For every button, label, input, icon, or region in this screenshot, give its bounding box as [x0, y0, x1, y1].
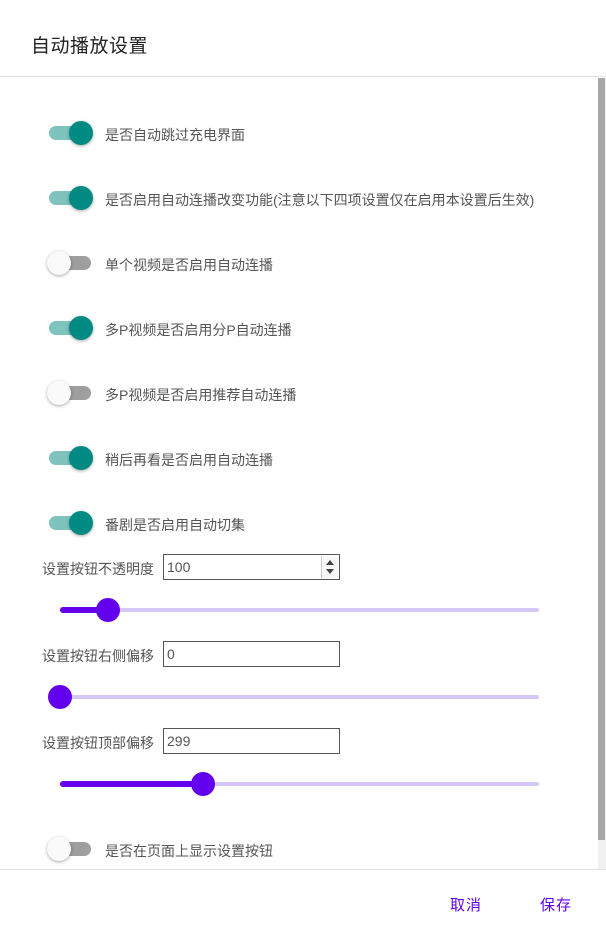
switch-knob [69, 511, 93, 535]
top-offset-value: 299 [167, 733, 191, 749]
toggle-row-bangumi: 番剧是否启用自动切集 [47, 508, 245, 538]
slider-track [60, 608, 539, 612]
scrollbar-thumb[interactable] [598, 78, 605, 840]
switch-knob [69, 316, 93, 340]
switch-knob [69, 121, 93, 145]
opacity-value: 100 [167, 559, 191, 575]
toggle-row-show-button: 是否在页面上显示设置按钮 [47, 834, 273, 864]
right-offset-value: 0 [167, 646, 175, 662]
opacity-slider[interactable] [60, 597, 539, 623]
spin-up-icon[interactable] [326, 560, 334, 565]
slider-thumb[interactable] [96, 598, 120, 622]
toggle-switch[interactable] [47, 443, 93, 473]
toggle-switch[interactable] [47, 834, 93, 864]
top-offset-slider[interactable] [60, 771, 539, 797]
toggle-label: 是否自动跳过充电界面 [105, 127, 245, 143]
toggle-switch[interactable] [47, 378, 93, 408]
toggle-row-skip-charge: 是否自动跳过充电界面 [47, 118, 245, 148]
toggle-row-watch-later: 稍后再看是否启用自动连播 [47, 443, 273, 473]
toggle-row-single-video: 单个视频是否启用自动连播 [47, 248, 273, 278]
switch-knob [47, 381, 71, 405]
right-offset-slider[interactable] [48, 684, 539, 710]
toggle-switch[interactable] [47, 183, 93, 213]
slider-thumb[interactable] [191, 772, 215, 796]
slider-fill [60, 781, 203, 787]
slider-thumb[interactable] [48, 685, 72, 709]
toggle-label: 是否启用自动连播改变功能(注意以下四项设置仅在启用本设置后生效) [105, 192, 535, 208]
toggle-row-enable-autoplay-change: 是否启用自动连播改变功能(注意以下四项设置仅在启用本设置后生效) [47, 183, 534, 213]
toggle-label: 多P视频是否启用分P自动连播 [105, 322, 292, 338]
toggle-row-multi-part: 多P视频是否启用分P自动连播 [47, 313, 292, 343]
slider-track [60, 695, 539, 699]
dialog-title: 自动播放设置 [31, 36, 149, 57]
right-offset-label: 设置按钮右侧偏移 [42, 648, 154, 664]
switch-knob [69, 446, 93, 470]
autoplay-settings-dialog: 自动播放设置 是否自动跳过充电界面 是否启用自动连播改变功能(注意以下四项设置仅… [0, 0, 606, 935]
top-offset-label: 设置按钮顶部偏移 [42, 735, 154, 751]
toggle-switch[interactable] [47, 248, 93, 278]
toggle-row-multi-part-recommend: 多P视频是否启用推荐自动连播 [47, 378, 296, 408]
toggle-switch[interactable] [47, 508, 93, 538]
toggle-switch[interactable] [47, 313, 93, 343]
save-button[interactable]: 保存 [540, 894, 572, 915]
toggle-label: 稍后再看是否启用自动连播 [105, 452, 273, 468]
right-offset-input[interactable]: 0 [163, 641, 340, 667]
switch-knob [47, 251, 71, 275]
opacity-label: 设置按钮不透明度 [42, 561, 154, 577]
toggle-switch[interactable] [47, 118, 93, 148]
switch-knob [69, 186, 93, 210]
top-offset-input[interactable]: 299 [163, 728, 340, 754]
dialog-footer: 取消 保存 [0, 869, 606, 935]
cancel-button[interactable]: 取消 [450, 894, 482, 915]
dialog-header: 自动播放设置 [0, 0, 606, 77]
switch-knob [47, 837, 71, 861]
number-spinner[interactable] [321, 556, 338, 578]
opacity-input[interactable]: 100 [163, 554, 340, 580]
toggle-label: 是否在页面上显示设置按钮 [105, 843, 273, 859]
toggle-label: 多P视频是否启用推荐自动连播 [105, 387, 297, 403]
toggle-label: 番剧是否启用自动切集 [105, 517, 245, 533]
dialog-content: 是否自动跳过充电界面 是否启用自动连播改变功能(注意以下四项设置仅在启用本设置后… [0, 78, 598, 869]
toggle-label: 单个视频是否启用自动连播 [105, 257, 273, 273]
spin-down-icon[interactable] [326, 569, 334, 574]
scrollbar[interactable] [598, 78, 606, 869]
